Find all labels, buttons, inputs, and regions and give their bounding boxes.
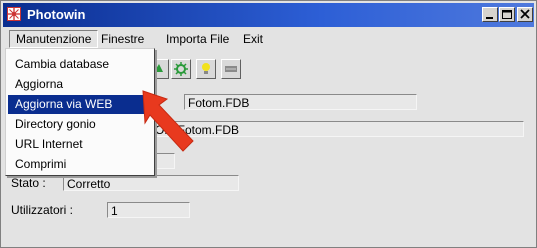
close-button[interactable]	[517, 7, 533, 22]
minimize-icon	[486, 17, 493, 19]
menu-item-comprimi[interactable]: Comprimi	[8, 155, 152, 174]
menu-item-cambia-database[interactable]: Cambia database	[8, 55, 152, 74]
stato-field[interactable]: Corretto	[63, 175, 239, 191]
menu-exit[interactable]: Exit	[237, 30, 269, 48]
menu-bar: Manutenzione Finestre Importa File Exit	[3, 29, 534, 49]
menu-item-directory-gonio[interactable]: Directory gonio	[8, 115, 152, 134]
menu-importa-file[interactable]: Importa File	[160, 30, 235, 48]
menu-item-aggiorna[interactable]: Aggiorna	[8, 75, 152, 94]
app-window: Photowin Manutenzione Finestre Importa F…	[0, 0, 537, 248]
menu-manutenzione[interactable]: Manutenzione	[9, 30, 99, 48]
stato-label: Stato :	[11, 176, 46, 190]
menu-item-aggiorna-via-web[interactable]: Aggiorna via WEB	[8, 95, 152, 114]
manutenzione-dropdown: Cambia database Aggiorna Aggiorna via WE…	[5, 48, 155, 176]
minimize-button[interactable]	[482, 7, 498, 22]
app-icon	[7, 7, 21, 21]
toolbar-button-2[interactable]	[171, 59, 191, 79]
window-title: Photowin	[27, 7, 86, 22]
title-bar[interactable]: Photowin	[3, 3, 534, 27]
panel-icon	[225, 66, 237, 72]
lightbulb-icon	[202, 63, 210, 74]
database-name-field[interactable]: Fotom.FDB	[184, 94, 417, 110]
maximize-icon	[502, 10, 512, 19]
annotation-arrow-icon	[142, 90, 194, 152]
utilizzatori-field[interactable]: 1	[107, 202, 190, 218]
menu-item-url-internet[interactable]: URL Internet	[8, 135, 152, 154]
maximize-button[interactable]	[499, 7, 515, 22]
toolbar-button-4[interactable]	[221, 59, 241, 79]
close-icon	[520, 9, 530, 19]
gear-green-icon	[174, 62, 188, 76]
utilizzatori-label: Utilizzatori :	[11, 203, 74, 217]
menu-finestre[interactable]: Finestre	[95, 30, 150, 48]
toolbar-button-3[interactable]	[196, 59, 216, 79]
database-path-field[interactable]: OM\Fotom.FDB	[151, 121, 524, 137]
